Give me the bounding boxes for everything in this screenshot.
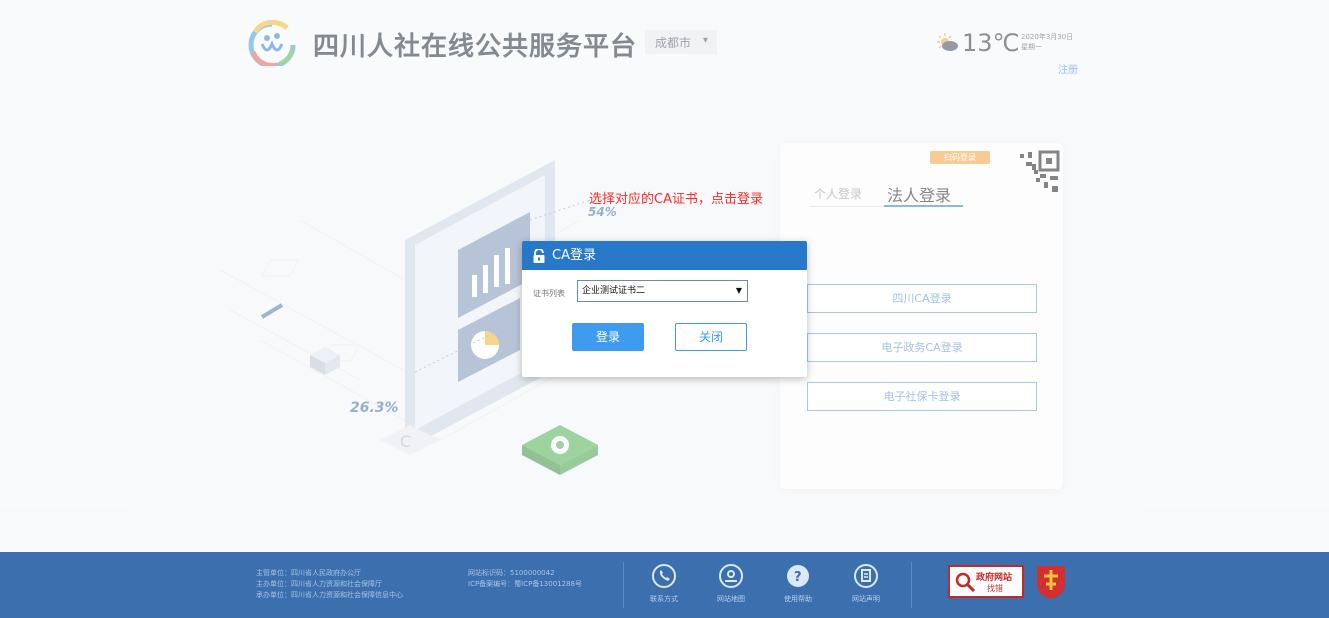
footer-org-line: 主办单位：四川省人力资源和社会保障厅	[256, 580, 382, 588]
chevron-down-icon: ▼	[735, 286, 742, 295]
footer-link-label: 网站地图	[717, 595, 745, 603]
footer-link-help[interactable]: ? 使用帮助	[772, 563, 824, 604]
login-button[interactable]: 登录	[572, 323, 644, 351]
footer: 主管单位：四川省人民政府办公厅 主办单位：四川省人力资源和社会保障厅 承办单位：…	[0, 552, 1329, 618]
magnifier-icon	[955, 572, 976, 593]
ca-login-dialog: CA登录 证书列表 企业测试证书二 ▼ 登录 关闭	[522, 241, 807, 377]
footer-divider	[911, 562, 912, 608]
footer-reg-line: ICP备案编号：蜀ICP备13001288号	[468, 580, 582, 588]
footer-link-sitemap[interactable]: 网站地图	[705, 563, 757, 604]
footer-link-contact[interactable]: 联系方式	[638, 563, 690, 604]
dialog-header: CA登录	[522, 241, 807, 270]
police-emblem-icon[interactable]	[1034, 562, 1068, 600]
map-pin-icon	[719, 564, 743, 588]
gov-site-error-report-badge[interactable]: 政府网站 找错	[948, 565, 1024, 598]
cert-selected-value: 企业测试证书二	[582, 286, 646, 296]
cert-select[interactable]: 企业测试证书二 ▼	[577, 280, 748, 302]
footer-divider	[623, 562, 624, 608]
cert-list-label: 证书列表	[533, 289, 565, 298]
phone-icon	[652, 564, 676, 588]
unlock-icon	[533, 249, 545, 263]
footer-reg-line: 网站标识码：5100000042	[468, 569, 555, 577]
footer-link-label: 网站声明	[852, 595, 880, 603]
footer-link-label: 联系方式	[650, 595, 678, 603]
instruction-hint: 选择对应的CA证书，点击登录	[589, 192, 763, 207]
footer-link-statement[interactable]: 网站声明	[840, 563, 892, 604]
svg-text:?: ?	[794, 570, 802, 585]
footer-org-line: 主管单位：四川省人民政府办公厅	[256, 569, 361, 577]
gov-badge-line1: 政府网站	[976, 573, 1013, 583]
footer-org-line: 承办单位：四川省人力资源和社会保障信息中心	[256, 591, 403, 599]
document-icon	[854, 564, 878, 588]
close-button[interactable]: 关闭	[675, 323, 747, 351]
help-icon: ?	[787, 565, 809, 587]
dialog-title: CA登录	[552, 248, 596, 263]
footer-link-label: 使用帮助	[784, 595, 812, 603]
footer-org-info: 主管单位：四川省人民政府办公厅 主办单位：四川省人力资源和社会保障厅 承办单位：…	[256, 568, 403, 601]
footer-reg-info: 网站标识码：5100000042 ICP备案编号：蜀ICP备13001288号	[468, 568, 582, 590]
gov-badge-line2: 找错	[987, 584, 1003, 593]
